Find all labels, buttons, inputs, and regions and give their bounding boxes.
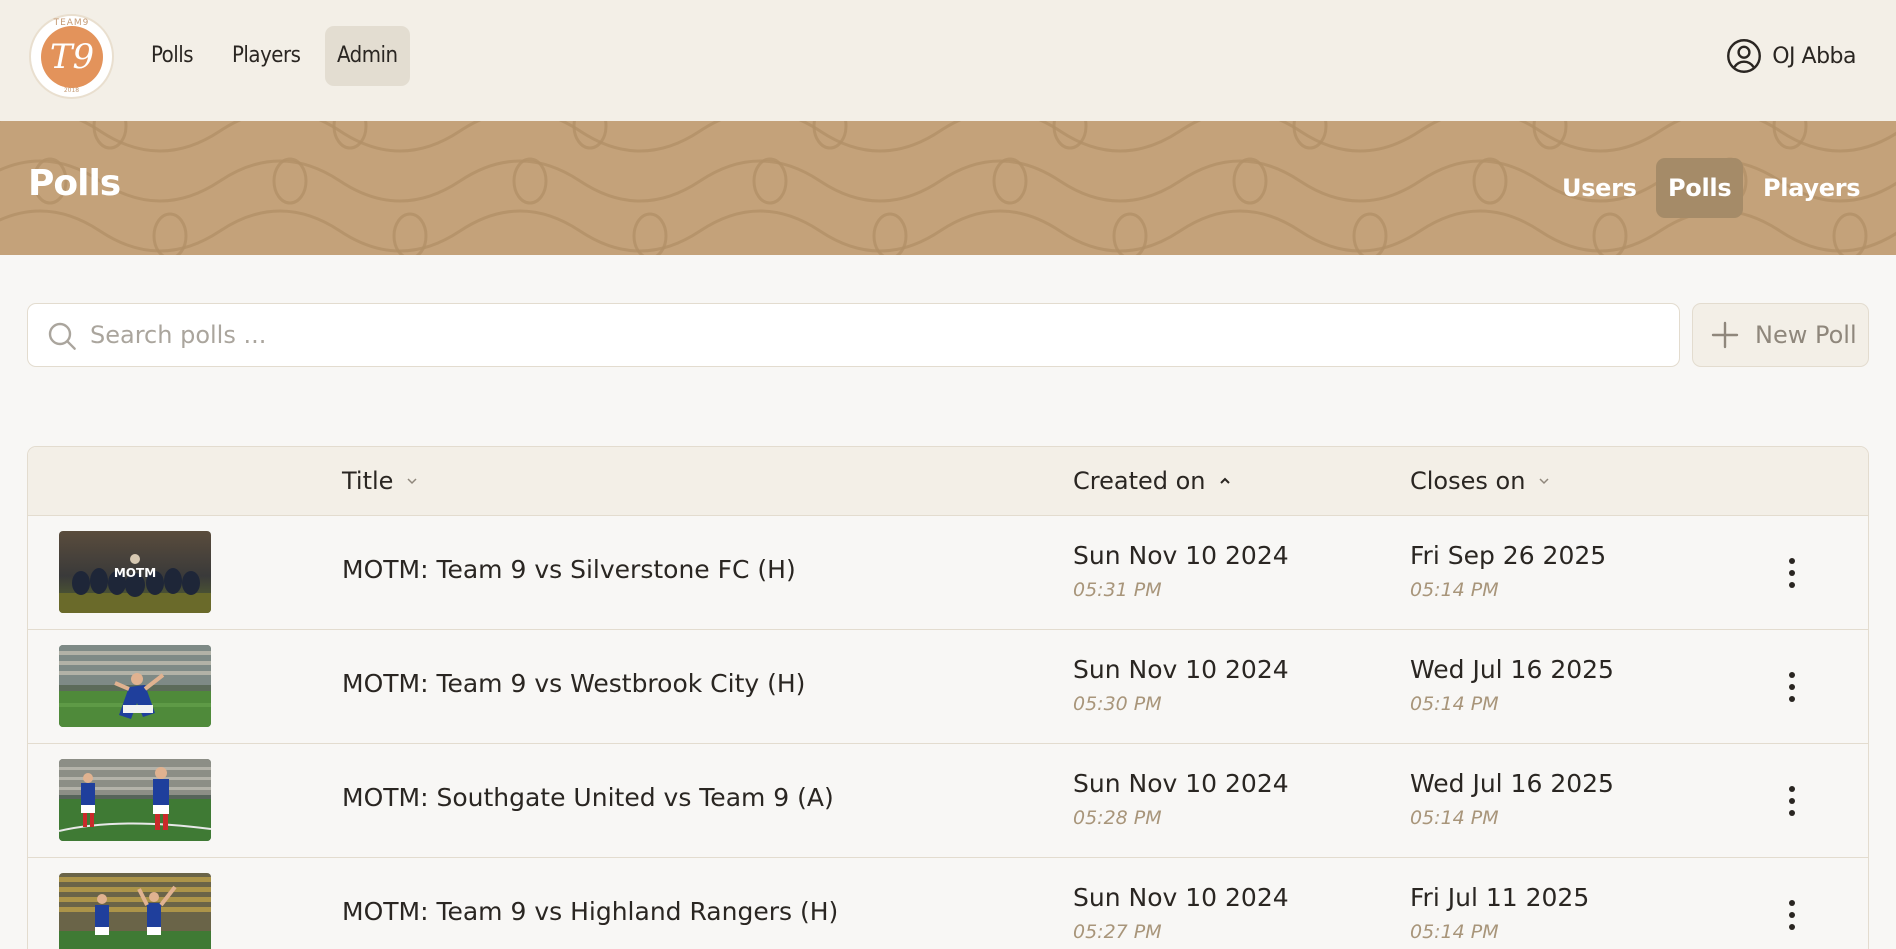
more-vertical-icon bbox=[1789, 558, 1795, 588]
created-date: Sun Nov 10 2024 bbox=[1073, 655, 1289, 684]
goal-celebration-image bbox=[59, 873, 211, 949]
new-poll-button[interactable]: New Poll bbox=[1692, 303, 1869, 367]
table-header: Title Created on Closes on bbox=[28, 447, 1868, 516]
nav-item-polls[interactable]: Polls bbox=[139, 26, 205, 86]
poll-title[interactable]: MOTM: Team 9 vs Westbrook City (H) bbox=[342, 669, 805, 698]
logo-monogram: T9 bbox=[41, 26, 103, 88]
players-running-image bbox=[59, 759, 211, 841]
row-actions-button[interactable] bbox=[1777, 783, 1807, 819]
closes-time: 05:14 PM bbox=[1410, 921, 1499, 943]
poll-title[interactable]: MOTM: Team 9 vs Silverstone FC (H) bbox=[342, 555, 796, 584]
poll-title[interactable]: MOTM: Team 9 vs Highland Rangers (H) bbox=[342, 897, 838, 926]
user-name: OJ Abba bbox=[1772, 43, 1856, 69]
closes-date: Wed Jul 16 2025 bbox=[1410, 769, 1614, 798]
search-icon bbox=[48, 322, 76, 350]
page-title: Polls bbox=[28, 163, 121, 204]
more-vertical-icon bbox=[1789, 672, 1795, 702]
tab-users[interactable]: Users bbox=[1550, 158, 1649, 218]
closes-time: 05:14 PM bbox=[1410, 807, 1499, 829]
row-actions-button[interactable] bbox=[1777, 897, 1807, 933]
table-row[interactable]: MOTM: Team 9 vs Highland Rangers (H) Sun… bbox=[28, 859, 1868, 949]
team-logo[interactable]: TEAM9 T9 2018 bbox=[29, 14, 114, 99]
row-actions-button[interactable] bbox=[1777, 669, 1807, 705]
column-header-closes-label: Closes on bbox=[1410, 467, 1526, 495]
plus-icon bbox=[1711, 321, 1739, 349]
player-celebration-image bbox=[59, 645, 211, 727]
user-menu[interactable]: OJ Abba bbox=[1726, 36, 1856, 76]
closes-time: 05:14 PM bbox=[1410, 693, 1499, 715]
column-header-title[interactable]: Title bbox=[342, 465, 419, 497]
created-time: 05:28 PM bbox=[1073, 807, 1162, 829]
nav-item-admin[interactable]: Admin bbox=[325, 26, 410, 86]
poll-thumbnail bbox=[59, 645, 211, 727]
poll-thumbnail bbox=[59, 759, 211, 841]
chevron-down-icon bbox=[1539, 478, 1549, 485]
closes-date: Fri Sep 26 2025 bbox=[1410, 541, 1607, 570]
table-row[interactable]: MOTM: Team 9 vs Westbrook City (H) Sun N… bbox=[28, 631, 1868, 744]
created-date: Sun Nov 10 2024 bbox=[1073, 883, 1289, 912]
chevron-down-icon bbox=[407, 478, 417, 485]
nav-item-players[interactable]: Players bbox=[220, 26, 312, 86]
poll-thumbnail: MOTM bbox=[59, 531, 211, 613]
page-banner: Polls Users Polls Players bbox=[0, 121, 1896, 255]
thumbnail-label: MOTM bbox=[114, 566, 156, 580]
column-header-created[interactable]: Created on bbox=[1073, 465, 1232, 497]
polls-table: Title Created on Closes on MOTM MOTM: Te… bbox=[27, 446, 1869, 949]
closes-time: 05:14 PM bbox=[1410, 579, 1499, 601]
poll-thumbnail bbox=[59, 873, 211, 949]
created-time: 05:30 PM bbox=[1073, 693, 1162, 715]
search-box bbox=[27, 303, 1680, 367]
more-vertical-icon bbox=[1789, 786, 1795, 816]
table-row[interactable]: MOTM MOTM: Team 9 vs Silverstone FC (H) … bbox=[28, 517, 1868, 630]
team-huddle-image: MOTM bbox=[59, 531, 211, 613]
user-circle-icon bbox=[1727, 39, 1762, 73]
column-header-created-label: Created on bbox=[1073, 467, 1206, 495]
logo-bottom-text: 2018 bbox=[63, 87, 80, 94]
created-date: Sun Nov 10 2024 bbox=[1073, 769, 1289, 798]
row-actions-button[interactable] bbox=[1777, 555, 1807, 591]
more-vertical-icon bbox=[1789, 900, 1795, 930]
column-header-title-label: Title bbox=[342, 467, 394, 495]
created-time: 05:31 PM bbox=[1073, 579, 1162, 601]
top-navigation: TEAM9 T9 2018 Polls Players Admin OJ Abb… bbox=[0, 0, 1896, 121]
created-date: Sun Nov 10 2024 bbox=[1073, 541, 1289, 570]
column-header-closes[interactable]: Closes on bbox=[1410, 465, 1551, 497]
poll-title[interactable]: MOTM: Southgate United vs Team 9 (A) bbox=[342, 783, 834, 812]
closes-date: Wed Jul 16 2025 bbox=[1410, 655, 1614, 684]
chevron-up-icon bbox=[1219, 477, 1230, 484]
table-row[interactable]: MOTM: Southgate United vs Team 9 (A) Sun… bbox=[28, 745, 1868, 858]
tab-polls[interactable]: Polls bbox=[1656, 158, 1744, 218]
created-time: 05:27 PM bbox=[1073, 921, 1162, 943]
new-poll-label: New Poll bbox=[1755, 321, 1857, 349]
tab-players[interactable]: Players bbox=[1751, 158, 1872, 218]
closes-date: Fri Jul 11 2025 bbox=[1410, 883, 1590, 912]
search-input[interactable] bbox=[90, 304, 1650, 365]
